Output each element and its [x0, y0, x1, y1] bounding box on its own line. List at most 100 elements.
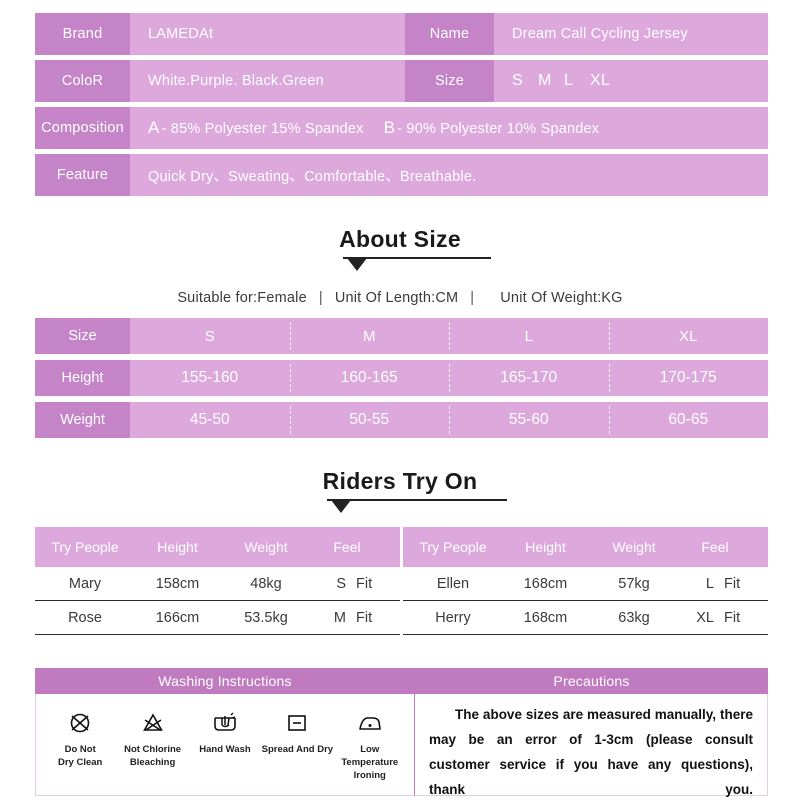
spec-label-name: Name [405, 13, 494, 55]
do-not-dry-clean-icon [44, 708, 116, 738]
meta-divider-1: | [318, 290, 323, 306]
try-on-table-left: Try People Height Weight Feel Mary 158cm… [35, 527, 400, 635]
try-on-col-weight: Weight [244, 539, 288, 555]
rider-name: Mary [68, 575, 102, 592]
spec-label-feature: Feature [35, 154, 130, 196]
composition-a: A- 85% Polyester 15% Spandex [148, 118, 364, 138]
spec-value-feature: Quick Dry、Sweating、Comfortable、Breathabl… [130, 154, 768, 196]
about-size-heading: About Size [0, 226, 800, 271]
washing-instructions-title: Washing Instructions [158, 673, 292, 689]
low-temperature-iron-icon [334, 708, 406, 738]
table-row: Herry 168cm 63kg XL Fit [403, 601, 768, 635]
rider-height: 158cm [155, 575, 200, 592]
riders-try-on-heading: Riders Try On [0, 468, 800, 513]
composition-b-text: - 90% Polyester 10% Spandex [397, 121, 600, 137]
wash-item-spread-and-dry: Spread And Dry [261, 708, 333, 756]
spec-label-size: Size [405, 60, 494, 102]
weight-m: 50-55 [289, 402, 450, 438]
rider-name: Rose [68, 609, 102, 626]
rider-size: S [336, 575, 346, 592]
wash-caption-line1: Spread And Dry [261, 744, 334, 755]
size-meta-line: Suitable for:Female | Unit Of Length:CM | Un… [0, 290, 800, 306]
size-row-label-height: Height [35, 360, 130, 396]
try-on-table-right: Try People Height Weight Feel Ellen 168c… [403, 527, 768, 635]
rider-size: XL [696, 609, 714, 626]
rider-feel-text: Fit [356, 609, 373, 626]
wash-item-no-chlorine-bleaching: Not Chlorine Bleaching [117, 708, 189, 769]
size-letter-l: L [564, 72, 574, 89]
size-chart-row-height: Height 155-160 160-165 165-170 170-175 [35, 360, 768, 396]
height-l: 165-170 [449, 360, 609, 396]
meta-unit-length: Unit Of Length:CM [334, 290, 459, 306]
heading-triangle-icon [347, 258, 368, 271]
rider-height: 166cm [155, 609, 200, 626]
try-on-col-people: Try People [51, 539, 119, 555]
size-chart-table: Size S M L XL Height 155-160 160-165 165… [35, 318, 768, 444]
height-s: 155-160 [181, 369, 239, 386]
size-chart-row-weight: Weight 45-50 50-55 55-60 60-65 [35, 402, 768, 438]
weight-xl: 60-65 [608, 402, 769, 438]
rider-feel-text: Fit [356, 575, 373, 592]
washing-instructions-panel: Do Not Dry Clean Not Chlorine Bleaching … [35, 694, 415, 796]
try-on-col-people: Try People [419, 539, 487, 555]
rider-weight: 57kg [618, 575, 650, 592]
size-chart-corner: Size [35, 318, 130, 354]
table-row: Ellen 168cm 57kg L Fit [403, 567, 768, 601]
try-on-col-height: Height [525, 539, 566, 555]
height-m: 160-165 [289, 360, 450, 396]
size-col-s: S [204, 327, 215, 345]
riders-heading-triangle-icon [330, 500, 351, 513]
spec-label-color: ColoR [35, 60, 130, 102]
about-size-title: About Size [339, 226, 461, 252]
wash-caption-line1: Low Temperature [341, 744, 399, 768]
wash-caption-line1: Hand Wash [199, 744, 251, 755]
wash-caption-line2: Bleaching [129, 757, 176, 768]
spec-value-name: Dream Call Cycling Jersey [494, 13, 768, 55]
specification-table: Brand LAMEDAt Name Dream Call Cycling Je… [35, 13, 768, 201]
table-row: Mary 158cm 48kg S Fit [35, 567, 400, 601]
precautions-text: The above sizes are measured manually, t… [429, 707, 753, 797]
size-letter-xl: XL [590, 72, 610, 89]
rider-feel-text: Fit [724, 575, 741, 592]
size-letter-list: S M L XL [512, 72, 616, 90]
rider-size: M [333, 609, 346, 626]
size-letter-s: S [512, 72, 523, 89]
height-xl: 170-175 [608, 360, 769, 396]
hand-wash-icon [189, 708, 261, 738]
rider-height: 168cm [523, 609, 568, 626]
spec-row-brand: Brand LAMEDAt Name Dream Call Cycling Je… [35, 13, 768, 55]
wash-caption-line1: Do Not [64, 744, 96, 755]
rider-feel: S Fit [312, 576, 400, 592]
spec-row-feature: Feature Quick Dry、Sweating、Comfortable、B… [35, 154, 768, 196]
product-detail-page: Brand LAMEDAt Name Dream Call Cycling Je… [0, 0, 800, 800]
rider-feel: M Fit [312, 610, 400, 626]
rider-feel: L Fit [680, 576, 768, 592]
size-row-label-weight: Weight [35, 402, 130, 438]
precautions-title: Precautions [553, 673, 630, 689]
size-chart-header-row: Size S M L XL [35, 318, 768, 354]
try-on-col-height: Height [157, 539, 198, 555]
spread-and-dry-icon [261, 708, 333, 738]
rider-name: Ellen [436, 575, 470, 592]
spec-label-brand: Brand [35, 13, 130, 55]
wash-caption-line2: Dry Clean [58, 757, 103, 768]
spec-value-size: S M L XL [494, 60, 768, 102]
meta-suitable-for: Suitable for:Female [177, 290, 307, 306]
wash-item-do-not-dry-clean: Do Not Dry Clean [44, 708, 116, 769]
wash-item-hand-wash: Hand Wash [189, 708, 261, 756]
bottom-panels: Washing Instructions Precautions Do Not [35, 668, 768, 797]
composition-a-key: A [148, 118, 160, 137]
size-col-l: L [449, 318, 609, 354]
riders-try-on-title: Riders Try On [322, 468, 478, 494]
rider-feel: XL Fit [680, 610, 768, 626]
riders-heading-underline [326, 499, 508, 501]
wash-caption-line1: Not Chlorine [124, 744, 182, 755]
bottom-panels-header: Washing Instructions Precautions [35, 668, 768, 694]
rider-feel-text: Fit [724, 609, 741, 626]
weight-s: 45-50 [189, 411, 230, 428]
wash-item-low-temperature-ironing: Low Temperature Ironing [334, 708, 406, 782]
spec-value-composition: A- 85% Polyester 15% Spandex B- 90% Poly… [130, 107, 768, 149]
size-col-xl: XL [608, 318, 769, 354]
composition-a-text: - 85% Polyester 15% Spandex [161, 121, 364, 137]
rider-height: 168cm [523, 575, 568, 592]
